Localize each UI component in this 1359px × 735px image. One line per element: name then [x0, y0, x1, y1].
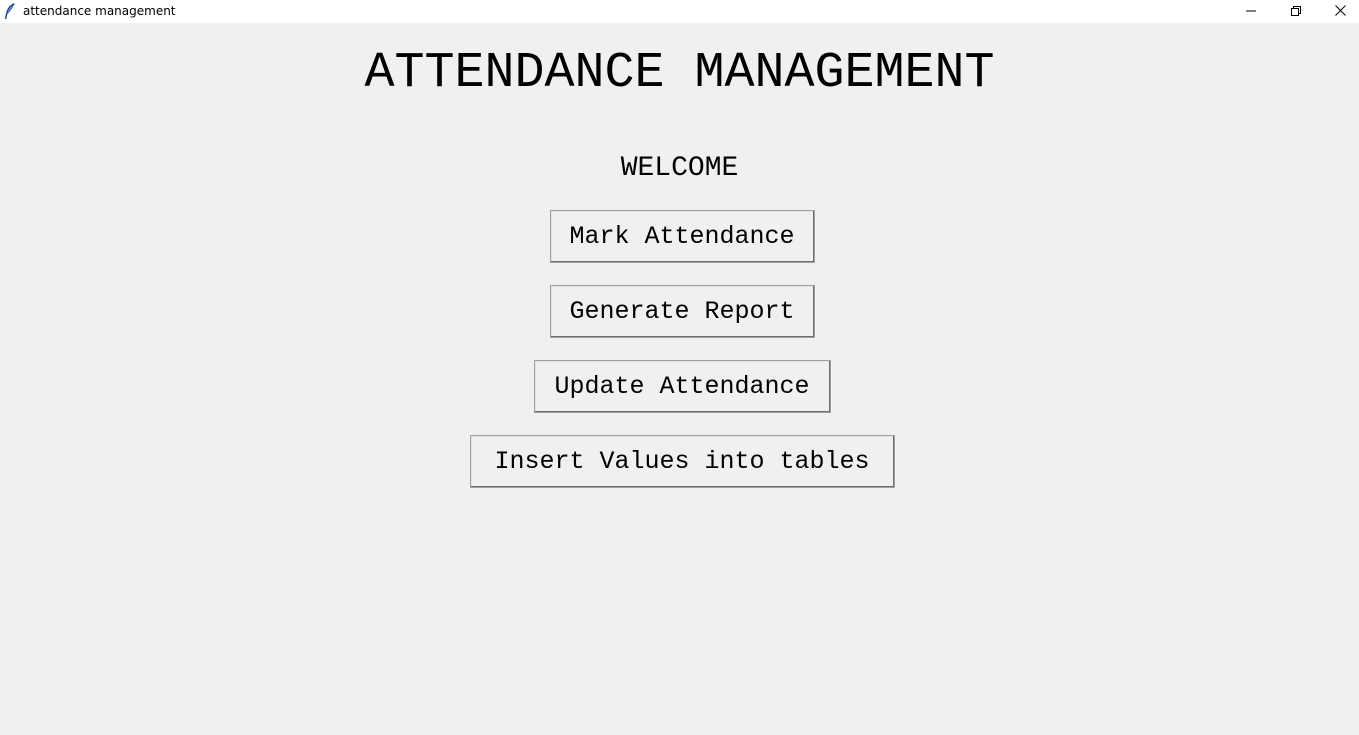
minimize-icon: [1245, 3, 1256, 21]
feather-icon: [4, 3, 16, 20]
welcome-label: WELCOME: [620, 153, 739, 184]
title-bar[interactable]: attendance management: [0, 0, 1359, 23]
restore-icon: [1290, 3, 1301, 21]
close-button[interactable]: [1318, 0, 1359, 23]
update-attendance-button[interactable]: Update Attendance: [534, 360, 831, 413]
page-title: ATTENDANCE MANAGEMENT: [364, 45, 995, 102]
insert-values-button[interactable]: Insert Values into tables: [470, 435, 895, 488]
window-title: attendance management: [23, 4, 176, 18]
close-icon: [1335, 3, 1346, 21]
generate-report-button[interactable]: Generate Report: [550, 285, 815, 338]
mark-attendance-button[interactable]: Mark Attendance: [550, 210, 815, 263]
minimize-button[interactable]: [1228, 0, 1273, 23]
app-window: attendance management ATTENDANCE MANAGEM…: [0, 0, 1359, 735]
maximize-button[interactable]: [1273, 0, 1318, 23]
